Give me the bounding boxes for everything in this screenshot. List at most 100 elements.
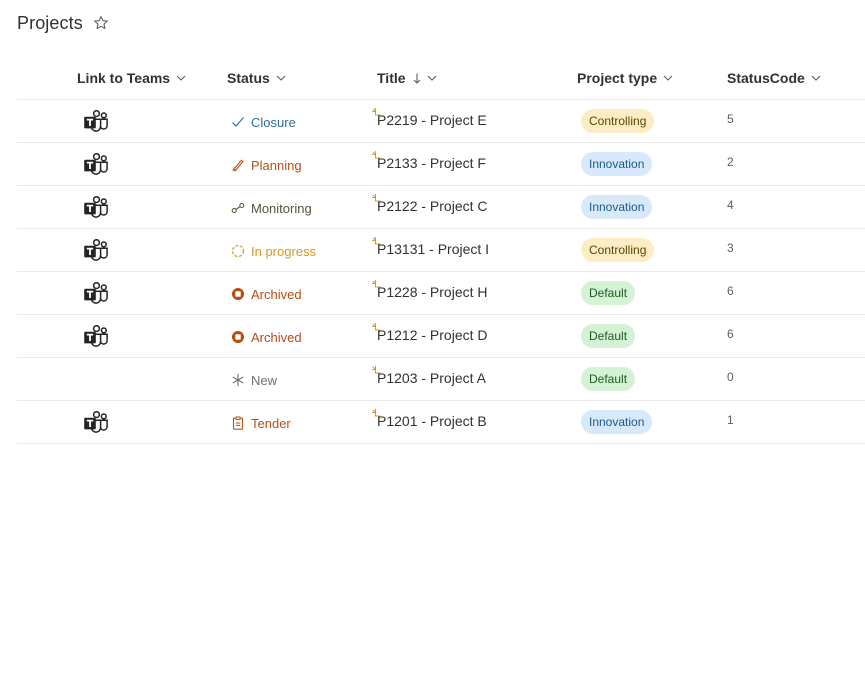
status-label: Archived bbox=[251, 286, 302, 302]
status-label: Tender bbox=[251, 415, 291, 431]
chevron-down-icon bbox=[427, 75, 437, 81]
list-header-row: Link to Teams Status Title Project type bbox=[17, 57, 865, 100]
title-text: P2219 - Project E bbox=[377, 112, 487, 128]
project-type-cell: Controlling bbox=[581, 100, 655, 142]
title-cell: P1212 - Project D bbox=[372, 314, 488, 356]
teams-icon[interactable] bbox=[83, 282, 109, 304]
title-link[interactable]: P1212 - Project D bbox=[372, 323, 488, 343]
table-row[interactable]: Closure P2219 - Project E Controlling 5 bbox=[17, 100, 865, 143]
project-type-badge: Controlling bbox=[581, 238, 655, 262]
title-cell: P13131 - Project I bbox=[372, 228, 489, 270]
new-item-icon bbox=[371, 276, 381, 288]
column-header-label: Title bbox=[377, 70, 406, 86]
status-cell: Archived bbox=[231, 316, 302, 358]
table-row[interactable]: Archived P1228 - Project H Default 6 bbox=[17, 272, 865, 315]
status-code-cell: 4 bbox=[727, 184, 734, 226]
title-link[interactable]: P2219 - Project E bbox=[372, 108, 487, 128]
status-label: Planning bbox=[251, 157, 302, 173]
title-link[interactable]: P1203 - Project A bbox=[372, 366, 486, 386]
status-code-cell: 1 bbox=[727, 399, 734, 441]
column-header-project-type[interactable]: Project type bbox=[577, 57, 673, 99]
title-text: P2122 - Project C bbox=[377, 198, 488, 214]
status-code-value: 1 bbox=[727, 413, 734, 427]
status-code-value: 6 bbox=[727, 327, 734, 341]
project-type-badge: Default bbox=[581, 367, 636, 391]
status-code-value: 0 bbox=[727, 370, 734, 384]
project-type-cell: Controlling bbox=[581, 229, 655, 271]
column-header-link-to-teams[interactable]: Link to Teams bbox=[77, 57, 186, 99]
teams-cell bbox=[83, 229, 109, 271]
teams-icon[interactable] bbox=[83, 110, 109, 132]
status-cell: Closure bbox=[231, 101, 296, 143]
title-link[interactable]: P2133 - Project F bbox=[372, 151, 486, 171]
chevron-down-icon bbox=[276, 75, 286, 81]
progress-icon bbox=[231, 244, 245, 258]
teams-cell bbox=[83, 143, 109, 185]
table-row[interactable]: In progress P13131 - Project I Controlli… bbox=[17, 229, 865, 272]
title-link[interactable]: P1228 - Project H bbox=[372, 280, 488, 300]
status-cell: In progress bbox=[231, 230, 316, 272]
project-type-cell: Innovation bbox=[581, 186, 653, 228]
title-text: P1201 - Project B bbox=[377, 413, 487, 429]
column-header-label: Project type bbox=[577, 70, 658, 86]
pencil-icon bbox=[231, 158, 245, 172]
title-cell: P2122 - Project C bbox=[372, 185, 488, 227]
status-code-value: 6 bbox=[727, 284, 734, 298]
status-label: New bbox=[251, 372, 278, 388]
title-text: P1228 - Project H bbox=[377, 284, 488, 300]
list-rows: Closure P2219 - Project E Controlling 5 bbox=[17, 100, 865, 444]
teams-icon[interactable] bbox=[83, 411, 109, 433]
project-list: Link to Teams Status Title Project type bbox=[17, 57, 865, 444]
project-type-cell: Innovation bbox=[581, 143, 653, 185]
status-cell: Archived bbox=[231, 273, 302, 315]
status-code-value: 2 bbox=[727, 155, 734, 169]
project-type-cell: Default bbox=[581, 272, 636, 314]
table-row[interactable]: Tender P1201 - Project B Innovation 1 bbox=[17, 401, 865, 444]
column-header-label: Link to Teams bbox=[77, 70, 171, 86]
page-title: Projects bbox=[17, 12, 83, 33]
title-link[interactable]: P1201 - Project B bbox=[372, 409, 487, 429]
status-label: Archived bbox=[251, 329, 302, 345]
status-cell: Planning bbox=[231, 144, 302, 186]
archived-icon bbox=[231, 287, 245, 301]
favorite-star-icon[interactable] bbox=[93, 15, 109, 31]
chevron-down-icon bbox=[176, 75, 186, 81]
table-row[interactable]: Planning P2133 - Project F Innovation 2 bbox=[17, 143, 865, 186]
title-link[interactable]: P13131 - Project I bbox=[372, 237, 489, 257]
column-header-title[interactable]: Title bbox=[377, 57, 437, 99]
teams-icon[interactable] bbox=[83, 325, 109, 347]
teams-cell bbox=[83, 272, 109, 314]
status-code-cell: 2 bbox=[727, 141, 734, 183]
table-row[interactable]: New P1203 - Project A Default 0 bbox=[17, 358, 865, 401]
project-type-cell: Innovation bbox=[581, 401, 653, 443]
status-label: In progress bbox=[251, 243, 317, 259]
status-code-cell: 0 bbox=[727, 356, 734, 398]
title-text: P1203 - Project A bbox=[377, 370, 486, 386]
teams-icon[interactable] bbox=[83, 239, 109, 261]
project-type-badge: Innovation bbox=[581, 195, 653, 219]
teams-cell bbox=[83, 315, 109, 357]
teams-icon[interactable] bbox=[83, 196, 109, 218]
teams-cell bbox=[83, 401, 109, 443]
project-type-badge: Default bbox=[581, 281, 636, 305]
new-item-icon bbox=[371, 104, 381, 116]
status-code-cell: 6 bbox=[727, 313, 734, 355]
title-link[interactable]: P2122 - Project C bbox=[372, 194, 488, 214]
status-cell: Monitoring bbox=[231, 187, 312, 229]
chevron-down-icon bbox=[811, 75, 821, 81]
table-row[interactable]: Monitoring P2122 - Project C Innovation … bbox=[17, 186, 865, 229]
column-header-statuscode[interactable]: StatusCode bbox=[727, 57, 821, 99]
new-item-icon bbox=[371, 405, 381, 417]
page-header: Projects bbox=[17, 10, 109, 36]
teams-cell bbox=[83, 100, 109, 142]
project-type-cell: Default bbox=[581, 358, 636, 400]
table-row[interactable]: Archived P1212 - Project D Default 6 bbox=[17, 315, 865, 358]
teams-icon[interactable] bbox=[83, 153, 109, 175]
title-cell: P1203 - Project A bbox=[372, 357, 486, 399]
new-item-icon bbox=[371, 147, 381, 159]
title-cell: P1201 - Project B bbox=[372, 400, 487, 442]
new-item-icon bbox=[371, 319, 381, 331]
status-code-value: 5 bbox=[727, 112, 734, 126]
status-code-value: 3 bbox=[727, 241, 734, 255]
column-header-status[interactable]: Status bbox=[227, 57, 286, 99]
